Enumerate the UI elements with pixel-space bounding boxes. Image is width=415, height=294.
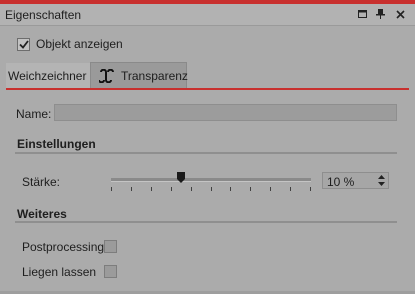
slider-tick [270, 187, 271, 191]
strength-spinbox[interactable]: 10 % [322, 172, 389, 189]
slider-tick [151, 187, 152, 191]
name-label: Name: [16, 107, 52, 121]
strength-slider[interactable] [111, 172, 311, 192]
strength-label: Stärke: [22, 175, 61, 189]
panel-titlebar: Eigenschaften [0, 4, 415, 26]
slider-tick [171, 187, 172, 191]
section-title-settings: Einstellungen [17, 137, 96, 151]
show-object-option[interactable]: Objekt anzeigen [17, 37, 123, 51]
checkmark-icon [18, 39, 29, 49]
show-object-checkbox[interactable] [17, 37, 30, 51]
name-input[interactable] [54, 104, 397, 121]
section-divider [15, 152, 397, 154]
transparency-icon [99, 68, 115, 83]
slider-tick [131, 187, 132, 191]
slider-tick [111, 187, 112, 191]
postprocessing-checkbox[interactable] [104, 240, 117, 253]
slider-tick [211, 187, 212, 191]
strength-value[interactable]: 10 % [327, 175, 354, 189]
liegen-lassen-checkbox[interactable] [104, 265, 117, 278]
slider-tick [310, 187, 311, 191]
postprocessing-label: Postprocessing [22, 240, 105, 254]
show-object-label: Objekt anzeigen [36, 37, 123, 51]
spin-up-icon[interactable] [375, 173, 387, 181]
maximize-icon[interactable] [355, 7, 369, 21]
pin-icon[interactable] [373, 7, 387, 21]
slider-thumb[interactable] [176, 172, 186, 184]
section-title-more: Weiteres [17, 207, 67, 221]
liegen-lassen-label: Liegen lassen [22, 265, 97, 279]
slider-tick [250, 187, 251, 191]
slider-track [111, 178, 311, 182]
slider-tick [191, 187, 192, 191]
slider-tick [230, 187, 231, 191]
slider-tick [290, 187, 291, 191]
tab-label: Weichzeichner [8, 68, 87, 83]
panel-title: Eigenschaften [5, 8, 82, 22]
close-icon[interactable] [393, 7, 407, 21]
tab-label: Transparenz [121, 68, 188, 83]
tab-transparenz[interactable]: Transparenz [90, 62, 188, 88]
spin-down-icon[interactable] [375, 181, 387, 189]
section-divider [15, 221, 397, 223]
tab-weichzeichner[interactable]: Weichzeichner [6, 63, 90, 88]
tab-strip: Weichzeichner Transparenz [6, 61, 409, 90]
